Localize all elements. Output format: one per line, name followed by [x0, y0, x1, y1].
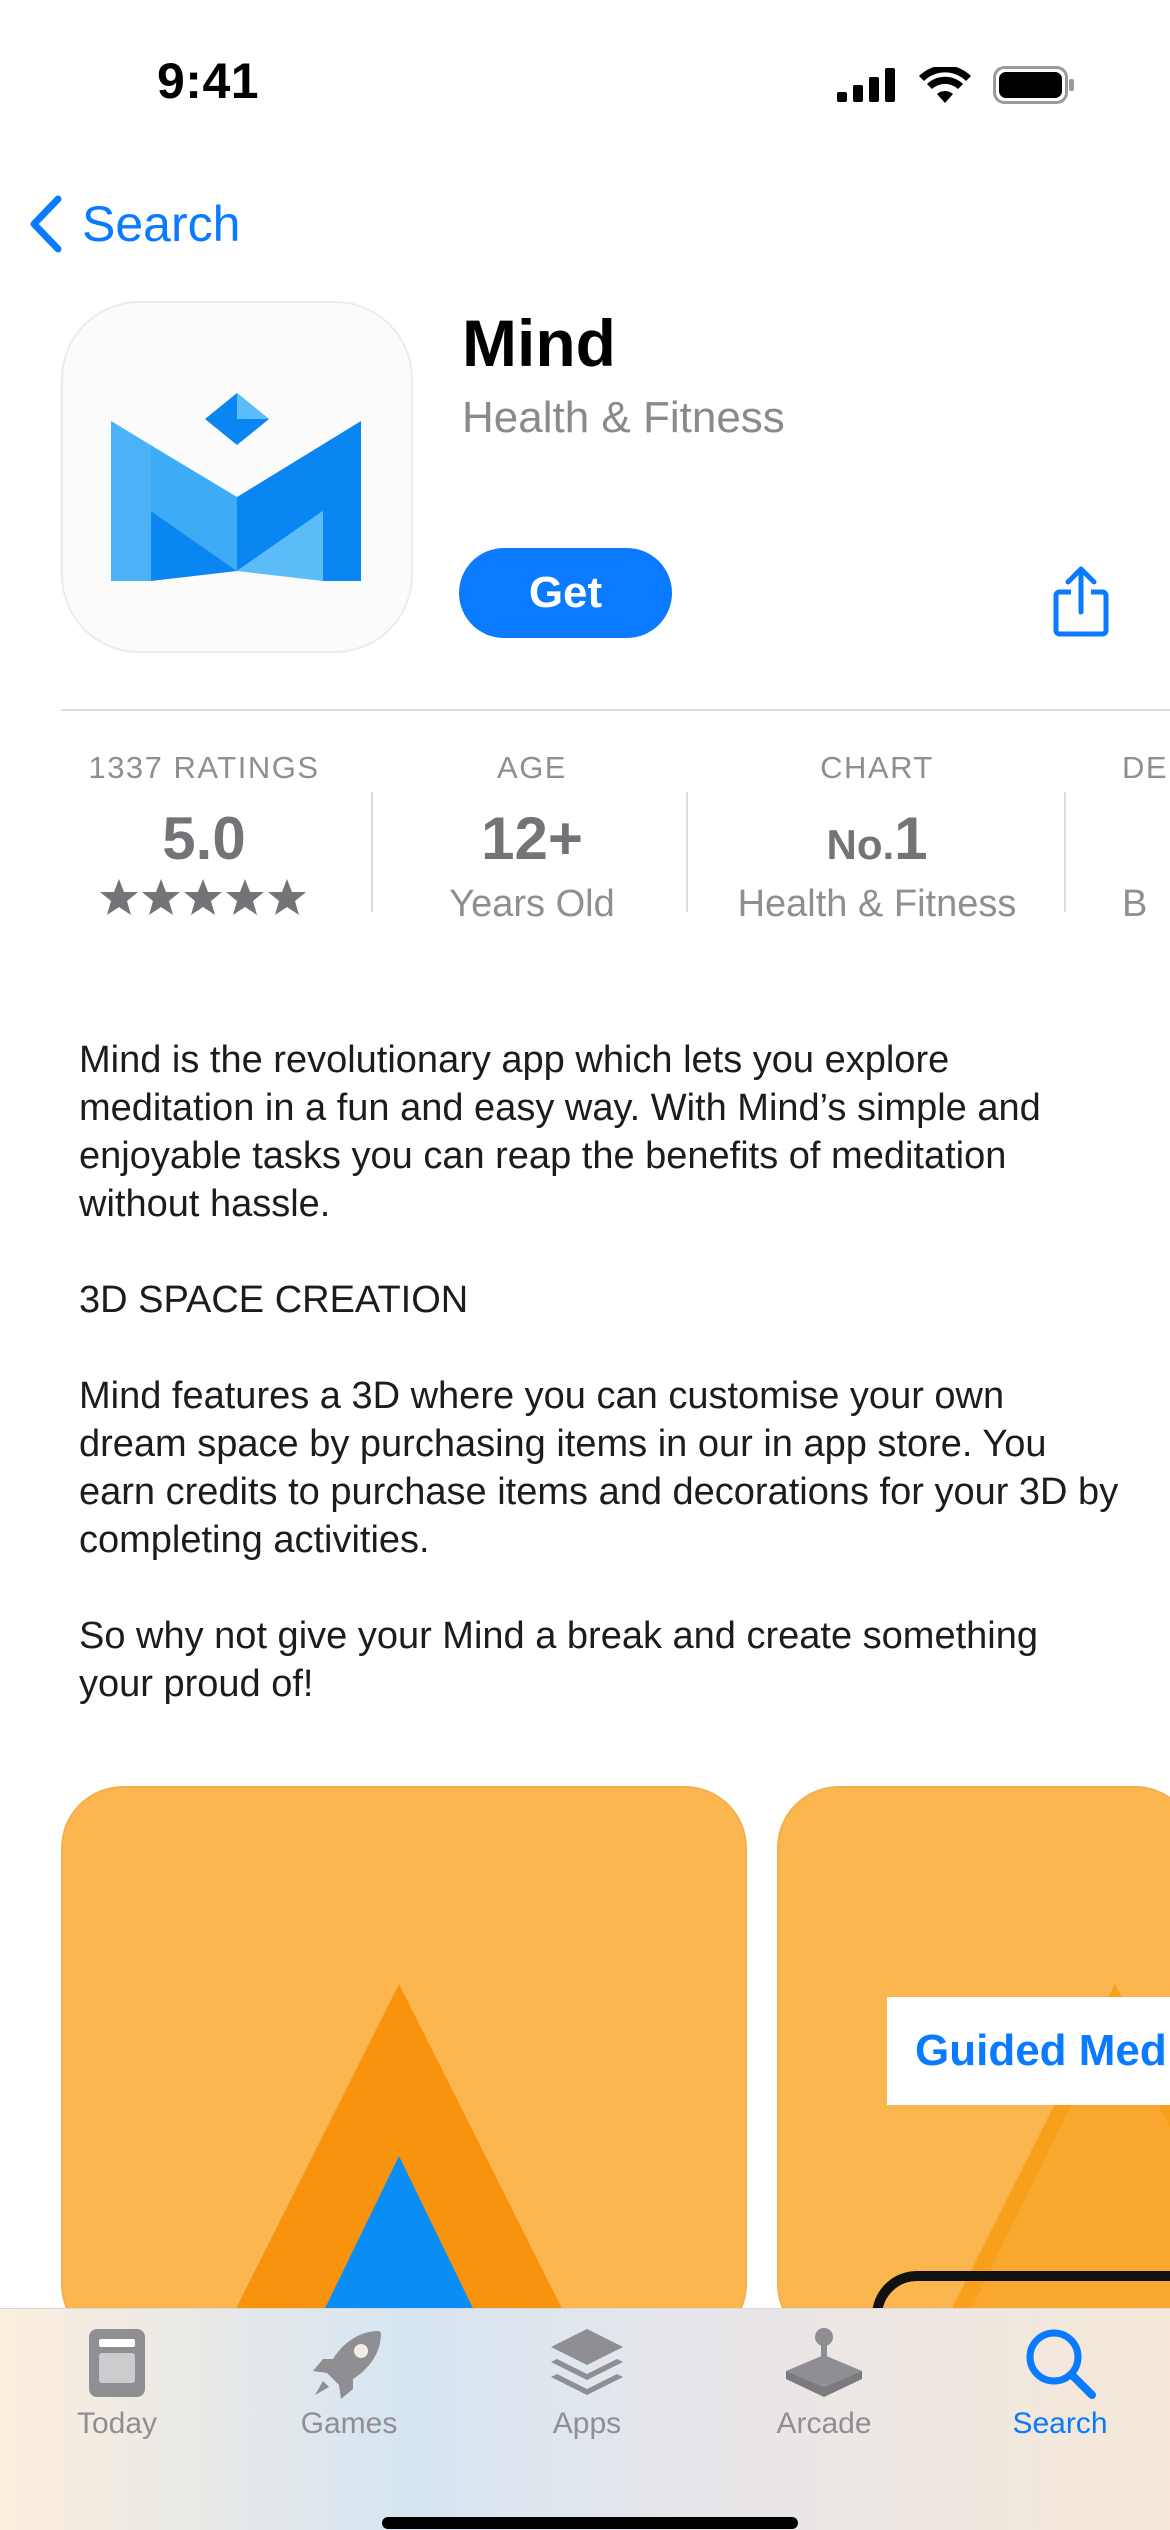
description-paragraph: Mind features a 3D where you can customi… — [79, 1375, 1119, 1561]
app-name: Mind — [462, 306, 616, 380]
description-paragraph: Mind is the revolutionary app which lets… — [79, 1039, 1041, 1225]
chevron-left-icon — [30, 195, 62, 253]
rocket-icon — [313, 2331, 381, 2399]
get-button[interactable]: Get — [459, 548, 672, 638]
mind-logo-icon — [111, 393, 361, 581]
chart-prefix: No. — [826, 821, 895, 868]
tab-label: Apps — [552, 2407, 622, 2440]
home-indicator — [382, 2517, 798, 2529]
star-rating — [44, 877, 364, 922]
app-icon — [61, 301, 413, 653]
status-time: 9:41 — [157, 53, 260, 109]
battery-icon — [993, 66, 1074, 104]
chart-number: 1 — [894, 805, 928, 872]
cellular-signal-icon — [837, 68, 895, 102]
age-label: AGE — [497, 750, 567, 785]
developer-info[interactable]: DE 0 B — [1122, 750, 1170, 926]
ratings-value: 5.0 — [162, 805, 246, 872]
tab-label: Search — [1012, 2407, 1108, 2440]
ratings-label: 1337 RATINGS — [88, 750, 320, 785]
tab-search[interactable]: Search — [970, 2325, 1150, 2441]
developer-sub: B — [1122, 883, 1148, 925]
chart-sub: Health & Fitness — [737, 883, 1017, 925]
developer-label: DE — [1122, 750, 1169, 785]
tab-games[interactable]: Games — [259, 2325, 439, 2441]
layers-icon — [551, 2329, 623, 2395]
tab-label: Arcade — [776, 2407, 872, 2440]
info-separator — [1064, 792, 1066, 912]
tab-arcade[interactable]: Arcade — [734, 2325, 914, 2441]
joystick-icon — [786, 2328, 862, 2397]
back-button[interactable]: Search — [26, 195, 240, 253]
description-heading: 3D SPACE CREATION — [79, 1279, 469, 1321]
chart-info[interactable]: CHART No.1 Health & Fitness — [717, 750, 1037, 926]
wifi-icon — [919, 67, 971, 103]
description-paragraph: So why not give your Mind a break and cr… — [79, 1615, 1038, 1705]
star-icon — [226, 879, 264, 915]
star-icon — [184, 879, 222, 915]
chart-value: No.1 — [717, 804, 1037, 873]
star-icon — [100, 879, 138, 915]
star-icon — [142, 879, 180, 915]
age-info[interactable]: AGE 12+ Years Old — [372, 750, 692, 926]
share-icon — [1053, 566, 1109, 637]
star-icon — [268, 879, 306, 915]
today-icon — [89, 2329, 145, 2397]
tab-today[interactable]: Today — [27, 2325, 207, 2441]
tab-label: Games — [300, 2407, 398, 2440]
app-category[interactable]: Health & Fitness — [462, 393, 785, 443]
chart-label: CHART — [820, 750, 934, 785]
triangle-graphic — [218, 1984, 580, 2344]
header-divider — [61, 709, 1170, 711]
status-icons — [837, 66, 1075, 104]
screenshot-1[interactable] — [61, 1786, 747, 2346]
ratings-info[interactable]: 1337 RATINGS 5.0 — [44, 750, 364, 922]
screenshot-caption: Guided Med — [887, 1997, 1170, 2105]
age-sub: Years Old — [449, 883, 615, 925]
age-value: 12+ — [481, 805, 583, 872]
tab-apps[interactable]: Apps — [497, 2325, 677, 2441]
info-separator — [686, 792, 688, 912]
app-description: Mind is the revolutionary app which lets… — [79, 1036, 1119, 1756]
search-icon — [1026, 2329, 1096, 2399]
tab-label: Today — [76, 2407, 158, 2440]
back-label: Search — [82, 196, 241, 252]
share-button[interactable] — [1052, 566, 1110, 643]
